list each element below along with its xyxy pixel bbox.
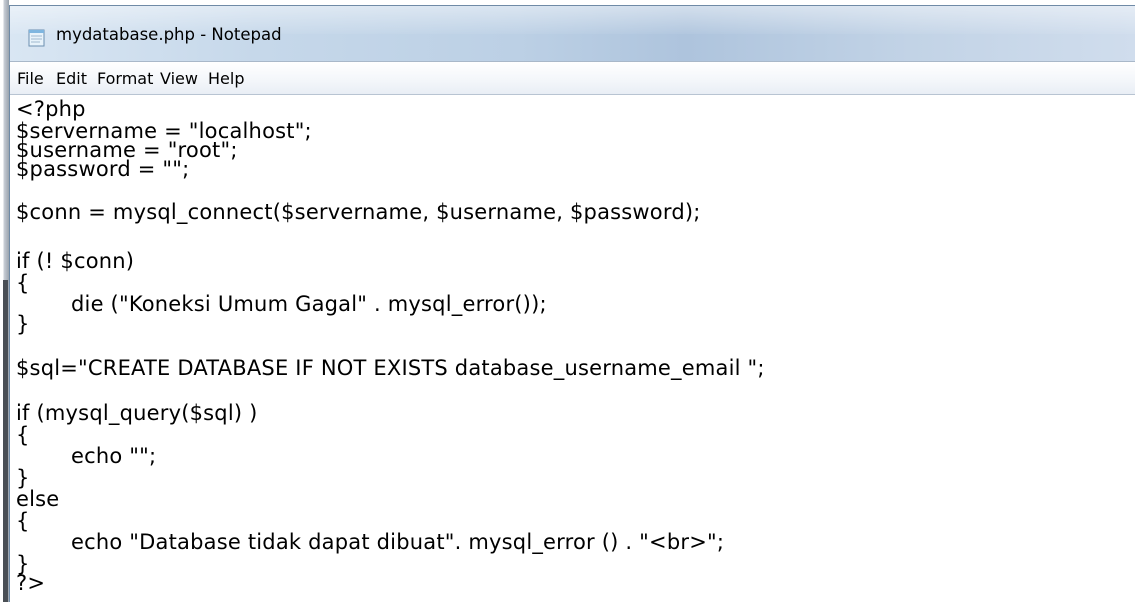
edge-shadow (3, 280, 8, 602)
code-line: echo ""; (16, 444, 157, 468)
code-line: <?php (16, 97, 86, 121)
window-title: mydatabase.php - Notepad (56, 25, 282, 44)
notepad-window: mydatabase.php - Notepad File Edit Forma… (9, 5, 1135, 602)
code-line: { (16, 271, 30, 295)
notepad-icon[interactable] (28, 28, 45, 47)
code-line: { (16, 423, 30, 447)
title-bar[interactable]: mydatabase.php - Notepad (10, 6, 1135, 61)
menu-format[interactable]: Format (97, 69, 153, 88)
code-line: ?> (16, 571, 46, 595)
menu-file[interactable]: File (17, 69, 44, 88)
screen: mydatabase.php - Notepad File Edit Forma… (0, 0, 1135, 602)
code-line: echo "Database tidak dapat dibuat". mysq… (16, 530, 725, 554)
window-edge (0, 0, 9, 602)
code-line: else (16, 487, 60, 511)
menu-bar: File Edit Format View Help (10, 61, 1135, 95)
code-line: $sql="CREATE DATABASE IF NOT EXISTS data… (16, 356, 765, 380)
code-line: die ("Koneksi Umum Gagal" . mysql_error(… (16, 292, 547, 316)
code-line: $password = ""; (16, 157, 190, 181)
code-line: $conn = mysql_connect($servername, $user… (16, 200, 701, 224)
code-line: } (16, 312, 30, 336)
menu-edit[interactable]: Edit (56, 69, 87, 88)
menu-view[interactable]: View (160, 69, 198, 88)
code-line: if (! $conn) (16, 249, 135, 273)
code-line: if (mysql_query($sql) ) (16, 401, 258, 425)
menu-help[interactable]: Help (208, 69, 244, 88)
code-line: { (16, 509, 30, 533)
text-editor[interactable]: <?php $servername = "localhost"; $userna… (10, 95, 1135, 602)
code-line: } (16, 466, 30, 490)
